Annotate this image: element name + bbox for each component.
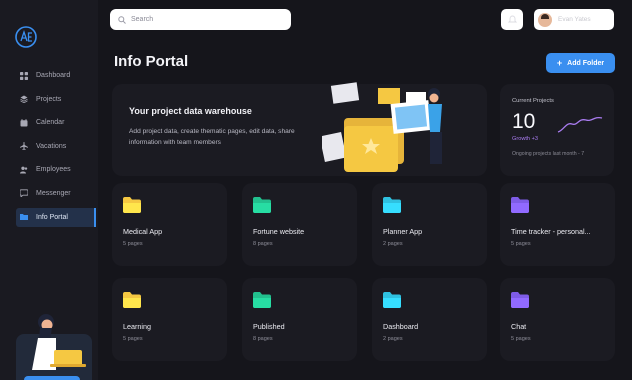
sidebar-item-vacations[interactable]: Vacations: [16, 137, 96, 156]
folder-icon: [511, 197, 529, 213]
folder-icon: [123, 292, 141, 308]
folder-icon: [511, 292, 529, 308]
folder-pages: 5 pages: [511, 241, 531, 247]
sidebar-item-label: Dashboard: [36, 72, 71, 79]
plus-icon: +: [556, 58, 563, 68]
folder-icon: [383, 292, 401, 308]
page-title: Info Portal: [114, 53, 189, 70]
add-folder-button[interactable]: + Add Folder: [546, 53, 615, 73]
folder-pages: 5 pages: [123, 241, 143, 247]
support-button[interactable]: [24, 376, 80, 380]
sidebar-item-messenger[interactable]: Messenger: [16, 184, 96, 203]
support-illustration: [14, 308, 94, 380]
user-menu[interactable]: Evan Yates: [534, 9, 614, 30]
folder-title: Dashboard: [383, 322, 419, 331]
calendar-icon: [20, 118, 28, 127]
folder-pages: 5 pages: [511, 336, 531, 342]
folder-title: Chat: [511, 322, 527, 331]
folder-title: Time tracker - personal...: [511, 227, 591, 236]
folder-icon: [383, 197, 401, 213]
sidebar-item-employees[interactable]: Employees: [16, 160, 96, 179]
folder-icon: [253, 292, 271, 308]
folder-title: Medical App: [123, 227, 163, 236]
sidebar-item-dashboard[interactable]: Dashboard: [16, 66, 96, 85]
sidebar-item-label: Projects: [36, 95, 62, 103]
folder-icon: [123, 197, 141, 213]
sidebar-item-label: Vacations: [36, 142, 67, 150]
folder-pages: 8 pages: [253, 336, 273, 342]
sidebar-item-label: Calendar: [36, 119, 65, 127]
search-icon: [118, 15, 126, 24]
folder-card[interactable]: Published 8 pages: [242, 278, 357, 361]
folder-card[interactable]: Dashboard 2 pages: [372, 278, 487, 361]
data-warehouse-illustration: [322, 82, 442, 172]
bell-icon: [507, 15, 517, 23]
search-bar[interactable]: Search: [110, 9, 291, 30]
grid-icon: [20, 71, 28, 80]
stats-subtext: Ongoing projects last month - 7: [512, 151, 585, 157]
folder-title: Learning: [123, 322, 151, 331]
sidebar-item-label: Messenger: [36, 189, 71, 197]
sidebar-item-label: Employees: [36, 166, 71, 174]
folder-pages: 2 pages: [383, 241, 403, 247]
airplane-icon: [20, 142, 28, 151]
sidebar-item-label: Info Portal: [36, 213, 68, 221]
sidebar-item-info-portal[interactable]: Info Portal: [16, 207, 96, 227]
sidebar-item-calendar[interactable]: Calendar: [16, 113, 96, 132]
folder-title: Fortune website: [253, 227, 305, 236]
chat-icon: [20, 189, 28, 198]
hero-title: Your project data warehouse: [129, 106, 252, 116]
app-logo-icon[interactable]: [15, 26, 37, 48]
user-name: Evan Yates: [558, 16, 591, 23]
folder-card[interactable]: Learning 5 pages: [112, 278, 227, 361]
trend-line: [557, 116, 603, 133]
folder-pages: 2 pages: [383, 336, 403, 342]
avatar: [538, 12, 552, 27]
hero-banner: Your project data warehouse Add project …: [112, 82, 487, 176]
stats-value: 10: [512, 110, 536, 133]
notifications-button[interactable]: [501, 9, 523, 30]
layers-icon: [20, 95, 28, 104]
folder-title: Planner App: [383, 227, 423, 236]
users-icon: [20, 166, 28, 174]
folder-card[interactable]: Fortune website 8 pages: [242, 183, 357, 266]
search-input[interactable]: Search: [131, 16, 153, 23]
folder-pages: 5 pages: [123, 336, 143, 342]
sidebar-nav: Dashboard Projects Calendar Vacations Em…: [16, 66, 96, 231]
hero-description: Add project data, create thematic pages,…: [129, 128, 295, 146]
folder-card[interactable]: Medical App 5 pages: [112, 183, 227, 266]
folder-card[interactable]: Time tracker - personal... 5 pages: [500, 183, 615, 266]
stats-growth: Growth +3: [512, 136, 538, 142]
folder-icon: [20, 213, 28, 221]
sidebar-item-projects[interactable]: Projects: [16, 90, 96, 109]
folder-pages: 8 pages: [253, 241, 273, 247]
sidebar: Dashboard Projects Calendar Vacations Em…: [0, 0, 98, 380]
stats-label: Current Projects: [512, 98, 554, 104]
add-folder-label: Add Folder: [567, 59, 605, 67]
folder-icon: [253, 197, 271, 213]
current-projects-card: Current Projects 10 Growth +3 Ongoing pr…: [500, 84, 614, 176]
folder-card[interactable]: Planner App 2 pages: [372, 183, 487, 266]
folder-title: Published: [253, 322, 285, 331]
folder-card[interactable]: Chat 5 pages: [500, 278, 615, 361]
